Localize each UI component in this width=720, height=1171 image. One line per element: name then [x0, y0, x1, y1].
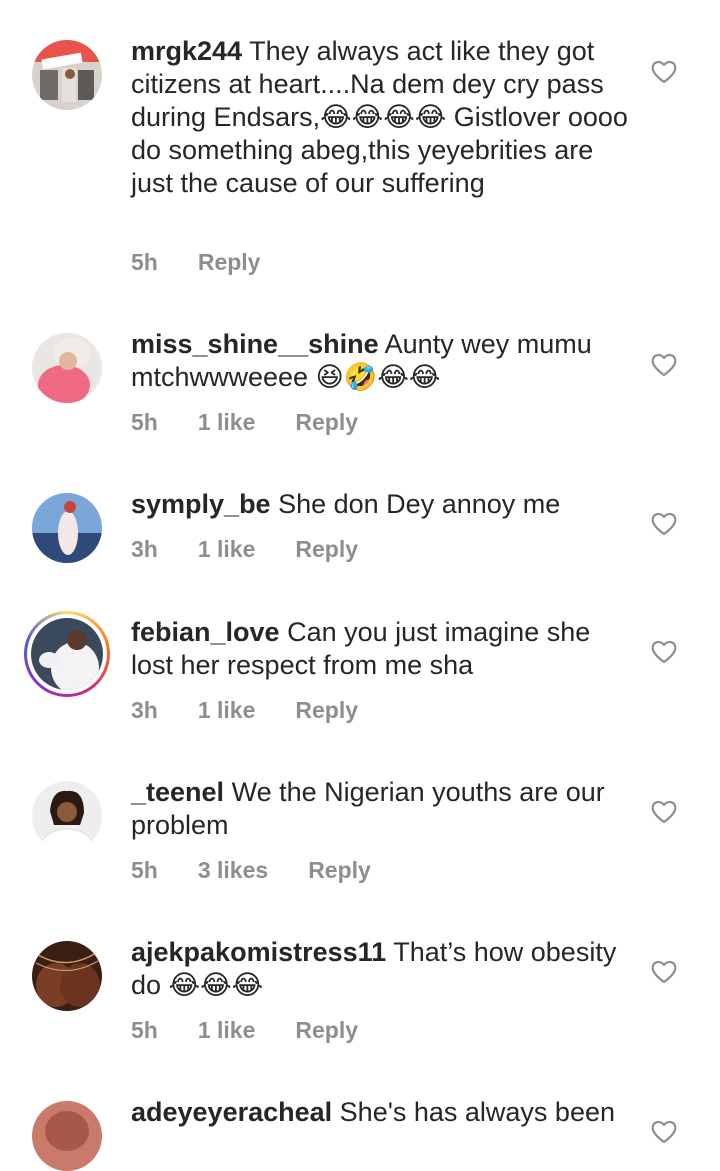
avatar — [31, 618, 103, 690]
heart-outline-icon[interactable] — [651, 1120, 677, 1144]
comment-username[interactable]: ajekpakomistress11 — [131, 937, 386, 967]
comment-text: She's has always been — [339, 1097, 615, 1127]
heart-outline-icon[interactable] — [651, 960, 677, 984]
comment-time: 5h — [131, 249, 158, 275]
comment-meta: 3h 1 like Reply — [131, 536, 358, 563]
comment-likes[interactable]: 1 like — [198, 536, 256, 563]
comment-username[interactable]: adeyeyeracheal — [131, 1097, 332, 1127]
comment-body: miss_shine__shine Aunty wey mumu mtchwww… — [131, 328, 631, 394]
comment-meta: 5h 3 likes Reply — [131, 857, 371, 884]
avatar[interactable] — [32, 333, 102, 403]
comment-likes[interactable]: 1 like — [198, 409, 256, 436]
comment-username[interactable]: miss_shine__shine — [131, 329, 379, 359]
comment-time: 3h — [131, 536, 158, 562]
comment-meta: 5h Reply — [131, 249, 260, 276]
comment-meta: 5h 1 like Reply — [131, 1017, 358, 1044]
comment-body: febian_love Can you just imagine she los… — [131, 616, 631, 682]
reply-button[interactable]: Reply — [295, 697, 358, 724]
avatar[interactable] — [32, 40, 102, 110]
comment-body: adeyeyeracheal She's has always been — [131, 1096, 631, 1129]
comment-time: 5h — [131, 409, 158, 435]
reply-button[interactable]: Reply — [198, 249, 261, 276]
avatar[interactable] — [32, 941, 102, 1011]
avatar-story-ring[interactable] — [24, 611, 110, 697]
comment-body: mrgk244 They always act like they got ci… — [131, 35, 631, 200]
reply-button[interactable]: Reply — [295, 409, 358, 436]
comment-username[interactable]: _teenel — [131, 777, 224, 807]
avatar[interactable] — [32, 1101, 102, 1171]
comment-time: 5h — [131, 857, 158, 883]
comment-body: symply_be She don Dey annoy me — [131, 488, 631, 521]
comment-meta: 5h 1 like Reply — [131, 409, 358, 436]
comment-body: _teenel We the Nigerian youths are our p… — [131, 776, 631, 842]
heart-outline-icon[interactable] — [651, 640, 677, 664]
comment-username[interactable]: mrgk244 — [131, 36, 242, 66]
comment-body: ajekpakomistress11 That’s how obesity do… — [131, 936, 631, 1002]
comment-time: 5h — [131, 1017, 158, 1043]
comment-username[interactable]: symply_be — [131, 489, 271, 519]
comment-text: She don Dey annoy me — [278, 489, 561, 519]
comment-time: 3h — [131, 697, 158, 723]
comment-likes[interactable]: 3 likes — [198, 857, 268, 884]
avatar-inner — [27, 614, 107, 694]
comment-meta: 3h 1 like Reply — [131, 697, 358, 724]
avatar[interactable] — [32, 781, 102, 851]
heart-outline-icon[interactable] — [651, 800, 677, 824]
heart-outline-icon[interactable] — [651, 60, 677, 84]
reply-button[interactable]: Reply — [295, 1017, 358, 1044]
comment-likes[interactable]: 1 like — [198, 1017, 256, 1044]
reply-button[interactable]: Reply — [308, 857, 371, 884]
heart-outline-icon[interactable] — [651, 512, 677, 536]
avatar[interactable] — [32, 493, 102, 563]
comment-username[interactable]: febian_love — [131, 617, 280, 647]
reply-button[interactable]: Reply — [295, 536, 358, 563]
comment-likes[interactable]: 1 like — [198, 697, 256, 724]
heart-outline-icon[interactable] — [651, 353, 677, 377]
